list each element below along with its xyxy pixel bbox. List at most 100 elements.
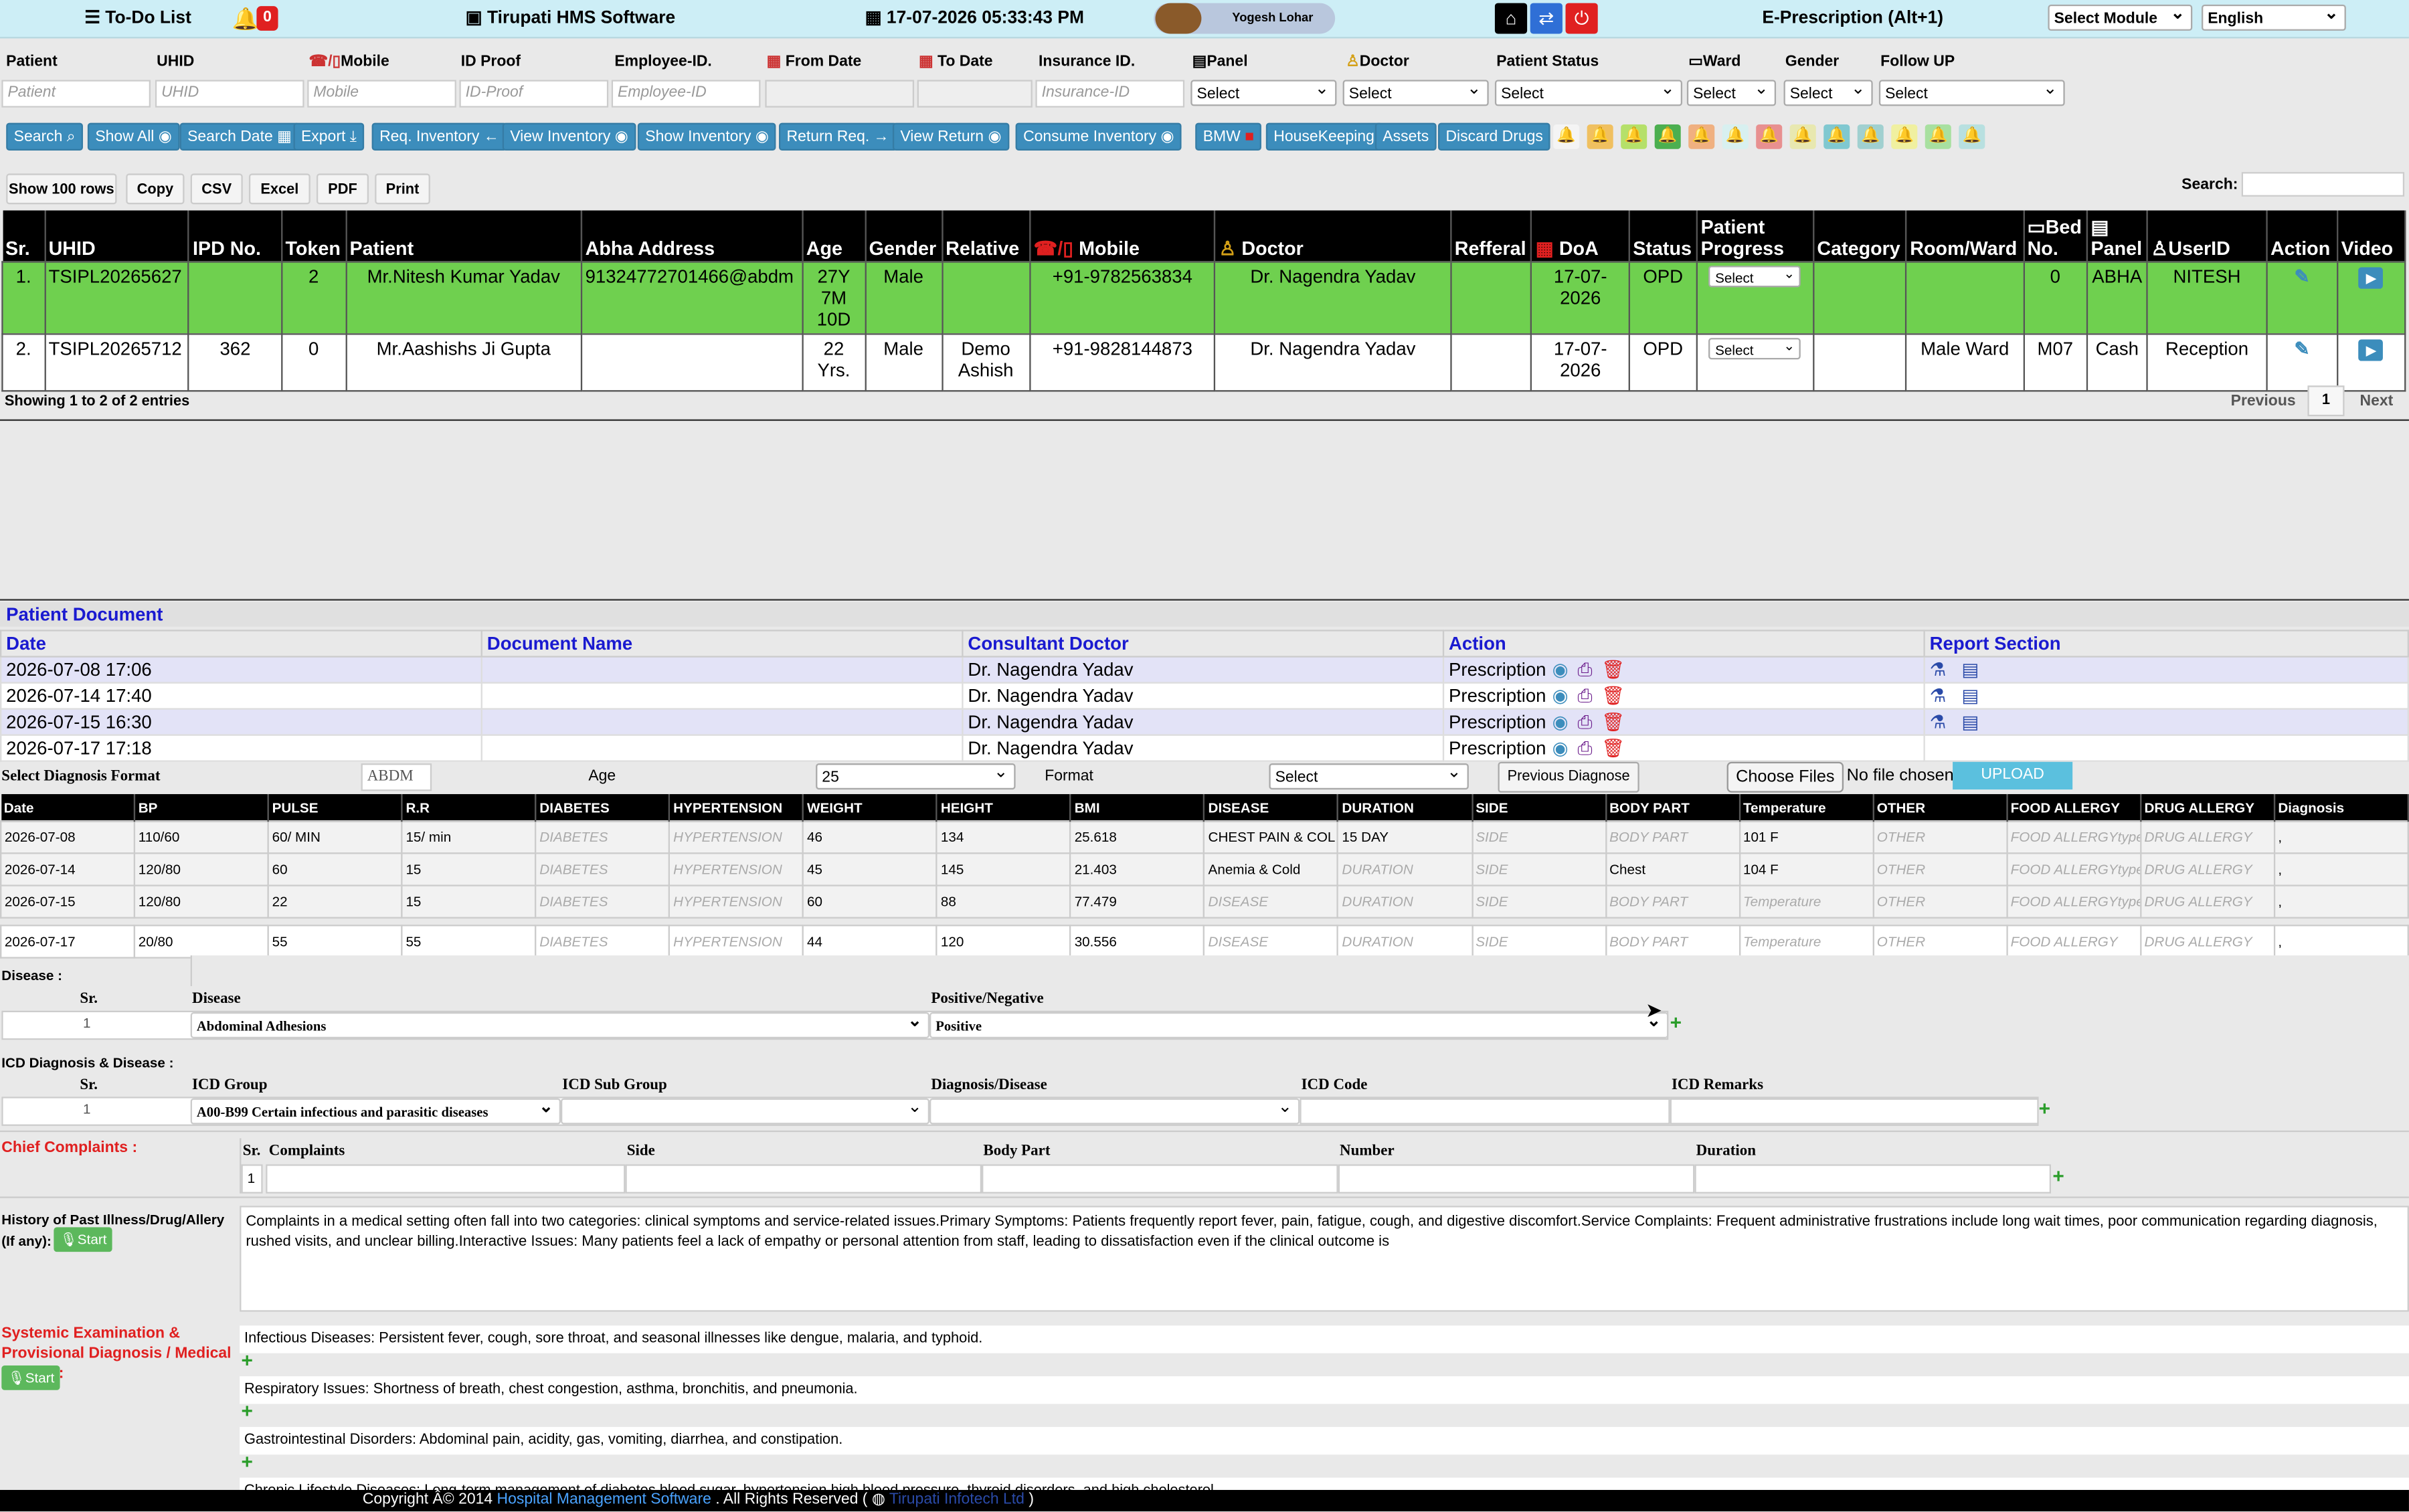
from-date-input[interactable]	[765, 80, 915, 108]
bell-filter-icon[interactable]: 🔔	[1857, 124, 1884, 149]
req-inventory-button[interactable]: Req. Inventory ←	[371, 122, 507, 151]
view-inventory-button[interactable]: View Inventory ◉	[502, 122, 636, 151]
col-ipd[interactable]: IPD No.	[189, 210, 282, 262]
add-systemic-icon[interactable]: +	[241, 1400, 252, 1422]
icd-group-select[interactable]: A00-B99 Certain infectious and parasitic…	[190, 1098, 561, 1125]
vitals-cell[interactable]: DISEASE	[1203, 925, 1339, 959]
vitals-cell[interactable]: 21.403	[1069, 852, 1205, 886]
bell-filter-icon[interactable]: 🔔	[1789, 124, 1816, 149]
footer-link[interactable]: Hospital Management Software	[497, 1491, 711, 1508]
pdf-button[interactable]: PDF	[316, 173, 369, 205]
bell-filter-icon[interactable]: 🔔	[1959, 124, 1985, 149]
col-room[interactable]: Room/Ward	[1906, 210, 2024, 262]
insurance-input[interactable]: Insurance-ID	[1035, 80, 1185, 108]
print-icon[interactable]: ⎙	[1578, 737, 1593, 758]
vitals-cell[interactable]: 60	[802, 884, 938, 919]
vitals-cell[interactable]: ,	[2273, 820, 2409, 854]
lab-flask-icon[interactable]: ⚗	[1930, 659, 1947, 680]
employee-input[interactable]: Employee-ID	[611, 80, 761, 108]
vitals-cell[interactable]: 88	[935, 884, 1072, 919]
vitals-cell[interactable]: HYPERTENSION	[668, 852, 804, 886]
module-select[interactable]: Select Module	[2048, 4, 2193, 31]
home-icon[interactable]: ⌂	[1494, 3, 1528, 34]
vitals-cell[interactable]: DIABETES	[535, 884, 671, 919]
vitals-cell[interactable]: DURATION	[1337, 925, 1473, 959]
vitals-cell[interactable]: 22	[267, 884, 403, 919]
number-input[interactable]	[1338, 1164, 1695, 1194]
col-status[interactable]: Status	[1629, 210, 1698, 262]
col-progress[interactable]: Patient Progress	[1696, 210, 1814, 262]
age-select[interactable]: 25	[816, 763, 1016, 790]
vitals-cell[interactable]: HYPERTENSION	[668, 884, 804, 919]
add-systemic-icon[interactable]: +	[241, 1450, 252, 1473]
prev-page-button[interactable]: Previous	[2231, 393, 2296, 410]
vitals-cell[interactable]: DISEASE	[1203, 884, 1339, 919]
vitals-cell[interactable]: 120/80	[133, 852, 269, 886]
return-req-button[interactable]: Return Req. →	[779, 122, 897, 151]
page-1-button[interactable]: 1	[2307, 385, 2345, 417]
vitals-cell[interactable]: FOOD ALLERGYtype	[2005, 820, 2141, 854]
vitals-cell[interactable]: 77.479	[1069, 884, 1205, 919]
vitals-cell[interactable]: Temperature	[1738, 884, 1874, 919]
bell-filter-icon[interactable]: 🔔	[1621, 124, 1647, 149]
footer-company[interactable]: Tirupati Infotech Ltd	[889, 1491, 1024, 1508]
todo-link[interactable]: ☰ To-Do List	[84, 0, 191, 37]
col-userid[interactable]: ♙UserID	[2147, 210, 2268, 262]
housekeeping-button[interactable]: HouseKeeping	[1265, 122, 1382, 151]
add-systemic-icon[interactable]: +	[241, 1349, 252, 1372]
col-age[interactable]: Age	[802, 210, 867, 262]
vitals-cell[interactable]: FOOD ALLERGYtype	[2005, 852, 2141, 886]
eye-icon[interactable]: ◉	[1552, 737, 1569, 758]
bell-icon[interactable]: 🔔	[232, 0, 259, 37]
print-icon[interactable]: ⎙	[1578, 658, 1593, 680]
vitals-cell[interactable]: DURATION	[1337, 884, 1473, 919]
video-icon[interactable]: ▶	[2359, 266, 2384, 288]
id-proof-input[interactable]: ID-Proof	[459, 80, 609, 108]
col-relative[interactable]: Relative	[942, 210, 1031, 262]
vitals-cell[interactable]: 45	[802, 852, 938, 886]
search-date-button[interactable]: Search Date ▦	[179, 122, 300, 151]
vitals-cell[interactable]: 60	[267, 852, 403, 886]
consume-inventory-button[interactable]: Consume Inventory ◉	[1015, 122, 1182, 151]
language-select[interactable]: English	[2202, 4, 2346, 31]
bell-filter-icon[interactable]: 🔔	[1688, 124, 1715, 149]
bell-filter-icon[interactable]: 🔔	[1891, 124, 1918, 149]
ward-select[interactable]: Select	[1686, 80, 1777, 106]
positive-negative-select[interactable]: Positive	[929, 1012, 1669, 1039]
vitals-cell[interactable]: DRUG ALLERGY	[2139, 820, 2275, 854]
vitals-cell[interactable]: SIDE	[1471, 820, 1607, 854]
col-video[interactable]: Video	[2337, 210, 2406, 262]
bell-filter-icon[interactable]: 🔔	[1654, 124, 1681, 149]
edit-icon[interactable]: ✎	[2294, 337, 2309, 359]
vitals-cell[interactable]: 55	[401, 925, 537, 959]
col-token[interactable]: Token	[281, 210, 347, 262]
patient-status-select[interactable]: Select	[1494, 80, 1683, 106]
vitals-cell[interactable]: Chest	[1605, 852, 1741, 886]
vitals-cell[interactable]: DIABETES	[535, 925, 671, 959]
systemic-item[interactable]: Respiratory Issues: Shortness of breath,…	[240, 1376, 2409, 1404]
report-icon[interactable]: ▤	[1961, 711, 1979, 733]
trash-icon[interactable]: 🗑	[1601, 737, 1625, 758]
lab-flask-icon[interactable]: ⚗	[1930, 711, 1947, 733]
vitals-cell[interactable]: FOOD ALLERGYtype	[2005, 884, 2141, 919]
vitals-cell[interactable]: ,	[2273, 852, 2409, 886]
vitals-cell[interactable]: 104 F	[1738, 852, 1874, 886]
vitals-cell[interactable]: HYPERTENSION	[668, 925, 804, 959]
lab-flask-icon[interactable]: ⚗	[1930, 685, 1947, 706]
side-input[interactable]	[625, 1164, 982, 1194]
bell-filter-icon[interactable]: 🔔	[1756, 124, 1783, 149]
document-row[interactable]: 2026-07-14 17:40 Dr. Nagendra Yadav Prescr…	[0, 682, 2409, 710]
doctor-select[interactable]: Select	[1342, 80, 1489, 106]
eye-icon[interactable]: ◉	[1552, 684, 1569, 706]
follow-up-select[interactable]: Select	[1878, 80, 2065, 106]
vitals-cell[interactable]: 20/80	[133, 925, 269, 959]
progress-select[interactable]: Select	[1708, 262, 1801, 287]
eye-icon[interactable]: ◉	[1552, 711, 1569, 732]
vitals-cell[interactable]: DRUG ALLERGY	[2139, 852, 2275, 886]
view-return-button[interactable]: View Return ◉	[892, 122, 1009, 151]
show-rows-button[interactable]: Show 100 rows	[6, 173, 117, 205]
vitals-cell[interactable]: OTHER	[1872, 925, 2008, 959]
table-row[interactable]: 1. TSIPL20265627 2 Mr.Nitesh Kumar Yadav 913…	[1, 260, 2406, 335]
copy-button[interactable]: Copy	[126, 173, 185, 205]
trash-icon[interactable]: 🗑	[1601, 711, 1625, 732]
